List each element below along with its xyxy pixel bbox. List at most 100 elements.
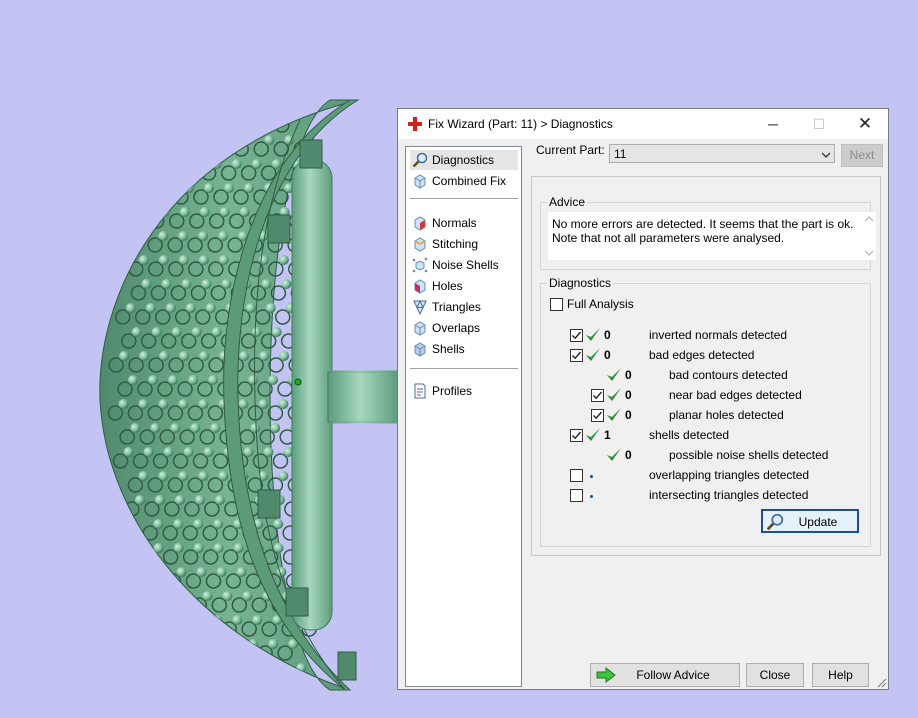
checkmark-icon	[572, 431, 582, 440]
nav-item-label: Triangles	[432, 300, 481, 314]
diagnostic-checkbox[interactable]	[570, 489, 583, 502]
status-ok-icon	[607, 448, 621, 461]
follow-advice-label: Follow Advice	[636, 668, 710, 682]
nav-item-shells[interactable]: Shells	[410, 339, 518, 359]
diagnostic-label: bad contours detected	[669, 368, 788, 382]
advice-line: Note that not all parameters were analys…	[552, 231, 785, 245]
diagnostic-count: 0	[625, 408, 632, 422]
diagnostic-label: bad edges detected	[649, 348, 755, 362]
triangles-icon	[413, 299, 427, 315]
normals-cube-icon	[414, 216, 426, 231]
holes-cube-icon	[414, 279, 426, 294]
checkmark-icon	[593, 391, 603, 400]
nav-item-label: Normals	[432, 216, 477, 230]
diagnostic-checkbox[interactable]	[591, 409, 604, 422]
diagnostic-count: 0	[625, 388, 632, 402]
nav-item-combined-fix[interactable]: Combined Fix	[410, 171, 518, 191]
advice-line: No more errors are detected. It seems th…	[552, 217, 854, 231]
nav-item-label: Profiles	[432, 384, 473, 398]
title-bar[interactable]: Fix Wizard (Part: 11) > Diagnostics ─ ☐ …	[398, 109, 888, 139]
nav-item-label: Stitching	[432, 237, 479, 251]
next-button[interactable]: Next	[841, 144, 883, 167]
follow-advice-button[interactable]: Follow Advice	[590, 663, 740, 687]
status-ok-icon	[607, 408, 621, 421]
magnifier-icon	[766, 513, 784, 531]
status-ok-icon	[607, 388, 621, 401]
diagnostic-count: 0	[625, 368, 632, 382]
diagnostic-checkbox[interactable]	[570, 429, 583, 442]
nav-item-noise-shells[interactable]: Noise Shells	[410, 255, 518, 275]
shells-cube-icon	[414, 342, 426, 357]
stitching-cube-icon	[414, 237, 426, 252]
red-cross-icon	[408, 117, 422, 131]
advice-title: Advice	[547, 195, 588, 209]
diagnostic-label: planar holes detected	[669, 408, 784, 422]
chevron-down-icon	[822, 152, 830, 158]
profile-document-icon	[414, 383, 426, 399]
scroll-up-icon[interactable]	[865, 216, 873, 222]
nav-item-overlaps[interactable]: Overlaps	[410, 318, 518, 338]
diagnostic-label: shells detected	[649, 428, 730, 442]
dialog-title: Fix Wizard (Part: 11) > Diagnostics	[428, 117, 613, 131]
diagnostic-label: intersecting triangles detected	[649, 488, 809, 502]
nav-item-label: Combined Fix	[432, 174, 507, 188]
current-part-value: 11	[614, 147, 627, 161]
advice-scrollbar[interactable]	[862, 212, 876, 260]
nav-item-stitching[interactable]: Stitching	[410, 234, 518, 254]
advice-text: No more errors are detected. It seems th…	[548, 212, 862, 260]
current-part-label: Current Part:	[536, 143, 605, 157]
diagnostic-count: 1	[604, 428, 611, 442]
magnifier-icon	[412, 152, 428, 168]
full-analysis-checkbox[interactable]	[550, 298, 563, 311]
current-part-select[interactable]: 11	[609, 144, 835, 163]
help-button[interactable]: Help	[812, 663, 869, 687]
nav-item-label: Diagnostics	[432, 153, 495, 167]
checkmark-icon	[572, 351, 582, 360]
wizard-nav: Diagnostics Combined Fix Normals Stitchi…	[405, 146, 522, 687]
checkmark-icon	[572, 331, 582, 340]
diagnostic-checkbox[interactable]	[591, 389, 604, 402]
cube-icon	[414, 174, 426, 189]
close-window-button[interactable]: ✕	[842, 109, 888, 139]
status-ok-icon	[586, 348, 600, 361]
resize-grip-icon[interactable]	[875, 676, 887, 688]
overlaps-cube-icon	[414, 321, 426, 336]
nav-item-label: Overlaps	[432, 321, 481, 335]
noise-shells-icon	[412, 257, 428, 273]
diagnostic-label: inverted normals detected	[649, 328, 788, 342]
nav-divider	[410, 368, 518, 369]
status-not-run-icon	[590, 475, 593, 478]
update-label: Update	[798, 515, 838, 529]
diagnostics-group: Diagnostics Full Analysis 0 inverted norm…	[540, 276, 871, 547]
maximize-button[interactable]: ☐	[796, 109, 842, 139]
fix-wizard-dialog: Fix Wizard (Part: 11) > Diagnostics ─ ☐ …	[397, 108, 889, 690]
update-button[interactable]: Update	[761, 509, 859, 533]
diagnostic-checkbox[interactable]	[570, 329, 583, 342]
status-not-run-icon	[590, 495, 593, 498]
checkmark-icon	[593, 411, 603, 420]
diagnostics-title: Diagnostics	[547, 276, 614, 290]
diagnostic-checkbox[interactable]	[570, 469, 583, 482]
status-ok-icon	[586, 328, 600, 341]
status-ok-icon	[586, 428, 600, 441]
nav-item-profiles[interactable]: Profiles	[410, 381, 518, 401]
nav-item-normals[interactable]: Normals	[410, 213, 518, 233]
diagnostic-count: 0	[604, 328, 611, 342]
diagnostic-checkbox[interactable]	[570, 349, 583, 362]
diagnostic-label: possible noise shells detected	[669, 448, 829, 462]
diagnostic-count: 0	[625, 448, 632, 462]
nav-item-holes[interactable]: Holes	[410, 276, 518, 296]
diagnostic-label: near bad edges detected	[669, 388, 802, 402]
close-button[interactable]: Close	[746, 663, 804, 687]
advice-group: Advice No more errors are detected. It s…	[540, 195, 876, 270]
nav-item-diagnostics[interactable]: Diagnostics	[410, 150, 518, 170]
nav-item-label: Holes	[432, 279, 463, 293]
arrow-right-icon	[596, 667, 616, 683]
nav-item-triangles[interactable]: Triangles	[410, 297, 518, 317]
nav-divider	[410, 198, 518, 199]
diagnostics-panel: Advice No more errors are detected. It s…	[531, 176, 881, 556]
scroll-down-icon[interactable]	[865, 250, 873, 256]
diagnostic-label: overlapping triangles detected	[649, 468, 810, 482]
nav-item-label: Shells	[432, 342, 465, 356]
minimize-button[interactable]: ─	[750, 109, 796, 139]
